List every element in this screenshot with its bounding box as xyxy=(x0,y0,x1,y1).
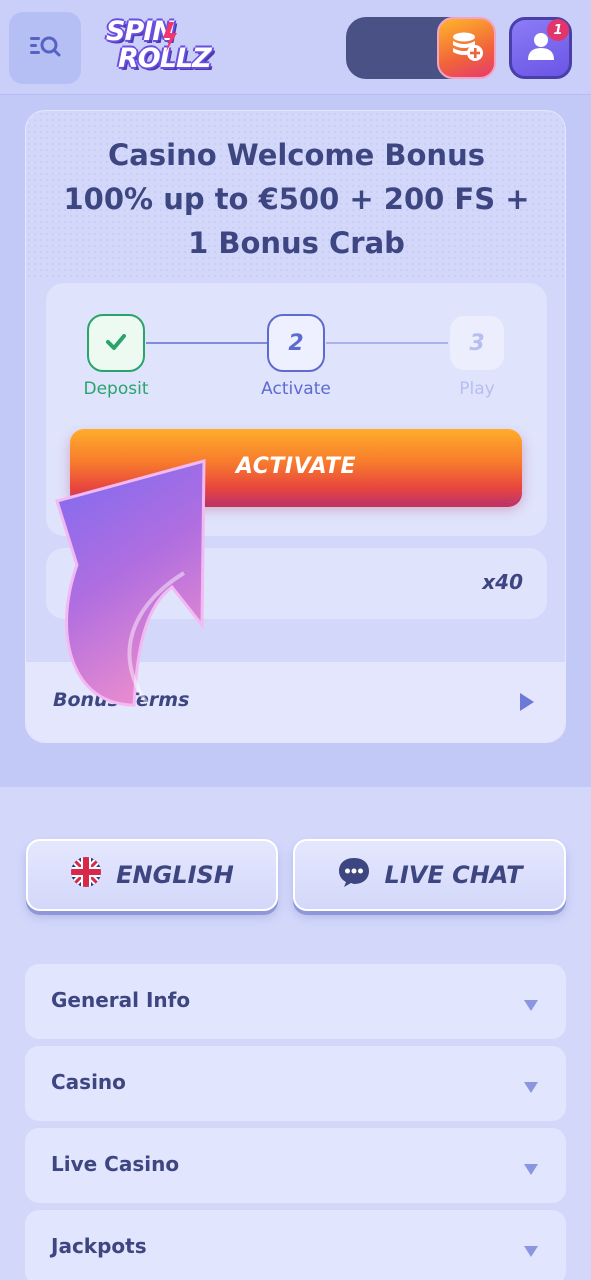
step-connector xyxy=(146,342,268,344)
accordion-label: Live Casino xyxy=(51,1152,180,1176)
chevron-down-icon xyxy=(524,1160,538,1179)
chevron-down-icon xyxy=(524,996,538,1015)
menu-search-button[interactable] xyxy=(9,12,81,84)
uk-flag-icon xyxy=(70,856,102,894)
language-label: ENGLISH xyxy=(116,861,234,889)
accordion-jackpots[interactable]: Jackpots xyxy=(25,1210,566,1280)
coins-plus-icon xyxy=(450,30,484,66)
footer-section: ENGLISH LIVE CHAT General Info Casino Li… xyxy=(0,787,591,1280)
step-label-deposit: Deposit xyxy=(83,379,149,399)
step-play: 3 xyxy=(448,314,506,372)
chat-bubble-icon xyxy=(337,856,371,894)
accordion-label: General Info xyxy=(51,988,191,1012)
bolt-icon xyxy=(163,22,177,52)
accordion-label: Casino xyxy=(51,1070,126,1094)
step-deposit xyxy=(87,314,145,372)
step-label-activate: Activate xyxy=(261,379,331,399)
chevron-down-icon xyxy=(524,1242,538,1261)
deposit-button[interactable] xyxy=(437,17,496,79)
live-chat-button[interactable]: LIVE CHAT xyxy=(293,839,566,911)
accordion-general-info[interactable]: General Info xyxy=(25,964,566,1039)
step-activate: 2 xyxy=(267,314,325,372)
wagering-value: x40 xyxy=(482,570,523,594)
bonus-title: Casino Welcome Bonus 100% up to €500 + 2… xyxy=(63,138,530,260)
step-label-play: Play xyxy=(459,379,495,399)
accordion-casino[interactable]: Casino xyxy=(25,1046,566,1121)
site-logo[interactable]: SPIN ROLLZ xyxy=(106,18,216,78)
top-header: SPIN ROLLZ 1 xyxy=(0,0,591,95)
triangle-right-icon xyxy=(519,692,535,716)
language-button[interactable]: ENGLISH xyxy=(26,839,278,911)
chevron-down-icon xyxy=(524,1078,538,1097)
accordion-live-casino[interactable]: Live Casino xyxy=(25,1128,566,1203)
step-connector xyxy=(326,342,450,344)
notification-badge: 1 xyxy=(547,19,569,41)
menu-search-icon xyxy=(28,31,62,65)
accordion-label: Jackpots xyxy=(51,1234,147,1258)
live-chat-label: LIVE CHAT xyxy=(384,861,523,889)
check-icon xyxy=(106,331,126,356)
pointer-arrow-icon xyxy=(55,459,206,707)
